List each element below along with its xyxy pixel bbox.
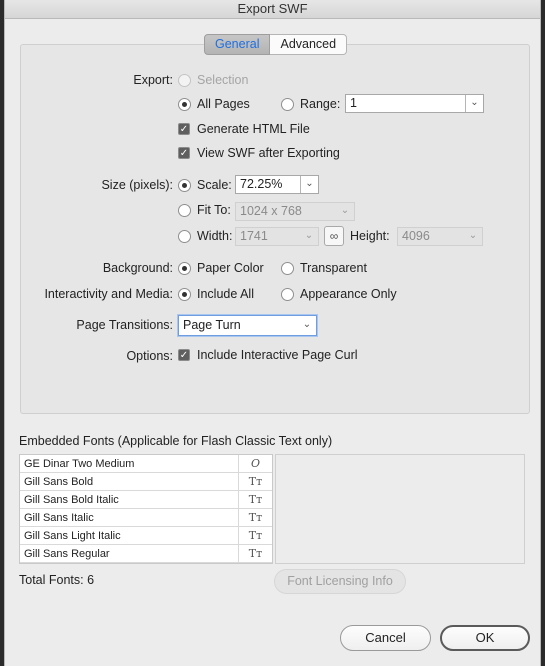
range-field[interactable]: 1 ⌄: [345, 94, 484, 113]
paper-color-radio[interactable]: [178, 262, 191, 275]
width-label: Width:: [197, 229, 233, 243]
general-panel: Export: Selection All Pages Range: 1 ⌄ ✓…: [20, 44, 530, 414]
font-name: Gill Sans Italic: [24, 512, 94, 524]
fit-to-value: 1024 x 768: [240, 204, 302, 218]
tab-bar: General Advanced: [204, 34, 348, 55]
font-info-pane: [275, 454, 525, 564]
page-transitions-value: Page Turn: [183, 318, 241, 332]
font-row[interactable]: Gill Sans Light Italic Tᴛ: [20, 527, 272, 545]
fit-to-radio-label: Fit To:: [197, 203, 231, 217]
height-field: 4096 ⌄: [397, 227, 483, 246]
range-radio-label: Range:: [300, 97, 341, 111]
font-row[interactable]: Gill Sans Bold Italic Tᴛ: [20, 491, 272, 509]
generate-html-checkbox[interactable]: ✓: [178, 123, 190, 135]
font-name: Gill Sans Light Italic: [24, 530, 121, 542]
scale-radio-label: Scale:: [197, 178, 232, 192]
width-height-radio[interactable]: [178, 230, 191, 243]
tab-general[interactable]: General: [204, 34, 271, 55]
scale-field[interactable]: 72.25% ⌄: [235, 175, 319, 194]
embedded-fonts-list[interactable]: GE Dinar Two Medium O Gill Sans Bold Tᴛ …: [19, 454, 273, 564]
options-label: Options:: [126, 349, 173, 363]
ok-button[interactable]: OK: [440, 625, 530, 651]
font-row[interactable]: Gill Sans Regular Tᴛ: [20, 545, 272, 563]
transparent-label: Transparent: [300, 261, 367, 275]
font-name: Gill Sans Regular: [24, 548, 110, 560]
page-transitions-label: Page Transitions:: [76, 318, 173, 332]
truetype-icon: Tᴛ: [238, 545, 272, 562]
page-curl-checkbox[interactable]: ✓: [178, 349, 190, 361]
constrain-proportions-link-icon[interactable]: ∞: [324, 226, 344, 246]
chevron-down-icon: ⌄: [304, 230, 314, 241]
font-row[interactable]: GE Dinar Two Medium O: [20, 455, 272, 473]
chevron-down-icon[interactable]: ⌄: [298, 316, 316, 335]
generate-html-label: Generate HTML File: [197, 122, 310, 136]
truetype-icon: Tᴛ: [238, 473, 272, 490]
chevron-down-icon: ⌄: [340, 205, 350, 216]
width-value: 1741: [240, 229, 268, 243]
font-name: Gill Sans Bold: [24, 476, 94, 488]
all-pages-radio[interactable]: [178, 98, 191, 111]
fit-to-radio[interactable]: [178, 204, 191, 217]
scale-value: 72.25%: [240, 177, 283, 191]
paper-color-label: Paper Color: [197, 261, 264, 275]
fit-to-field: 1024 x 768 ⌄: [235, 202, 355, 221]
chevron-down-icon: ⌄: [468, 230, 478, 241]
background-label: Background:: [102, 261, 173, 275]
page-curl-label: Include Interactive Page Curl: [197, 348, 358, 362]
font-row[interactable]: Gill Sans Italic Tᴛ: [20, 509, 272, 527]
size-label: Size (pixels):: [101, 178, 173, 192]
truetype-icon: Tᴛ: [238, 509, 272, 526]
opentype-icon: O: [238, 455, 272, 472]
embedded-fonts-title: Embedded Fonts (Applicable for Flash Cla…: [19, 434, 333, 448]
chevron-down-icon[interactable]: ⌄: [300, 176, 318, 193]
view-swf-checkbox[interactable]: ✓: [178, 147, 190, 159]
chevron-down-icon[interactable]: ⌄: [465, 95, 483, 112]
height-label: Height:: [350, 229, 390, 243]
font-name: GE Dinar Two Medium: [24, 458, 135, 470]
font-row[interactable]: Gill Sans Bold Tᴛ: [20, 473, 272, 491]
view-swf-label: View SWF after Exporting: [197, 146, 340, 160]
truetype-icon: Tᴛ: [238, 527, 272, 544]
appearance-only-radio[interactable]: [281, 288, 294, 301]
interactivity-label: Interactivity and Media:: [44, 287, 173, 301]
export-swf-dialog: Export SWF General Advanced Export: Sele…: [4, 0, 541, 666]
all-pages-radio-label: All Pages: [197, 97, 250, 111]
selection-radio-label: Selection: [197, 73, 249, 87]
selection-radio: [178, 74, 191, 87]
appearance-only-label: Appearance Only: [300, 287, 397, 301]
range-radio[interactable]: [281, 98, 294, 111]
scale-radio[interactable]: [178, 179, 191, 192]
include-all-label: Include All: [197, 287, 254, 301]
tab-advanced[interactable]: Advanced: [270, 34, 348, 55]
truetype-icon: Tᴛ: [238, 491, 272, 508]
include-all-radio[interactable]: [178, 288, 191, 301]
total-fonts: Total Fonts: 6: [19, 573, 95, 587]
dialog-title: Export SWF: [5, 0, 540, 19]
font-licensing-info-button[interactable]: Font Licensing Info: [274, 569, 406, 594]
export-label: Export:: [133, 73, 173, 87]
height-value: 4096: [402, 229, 430, 243]
range-value: 1: [350, 96, 357, 110]
width-field: 1741 ⌄: [235, 227, 319, 246]
font-name: Gill Sans Bold Italic: [24, 494, 119, 506]
page-transitions-select[interactable]: Page Turn ⌄: [178, 315, 317, 336]
transparent-radio[interactable]: [281, 262, 294, 275]
cancel-button[interactable]: Cancel: [340, 625, 431, 651]
